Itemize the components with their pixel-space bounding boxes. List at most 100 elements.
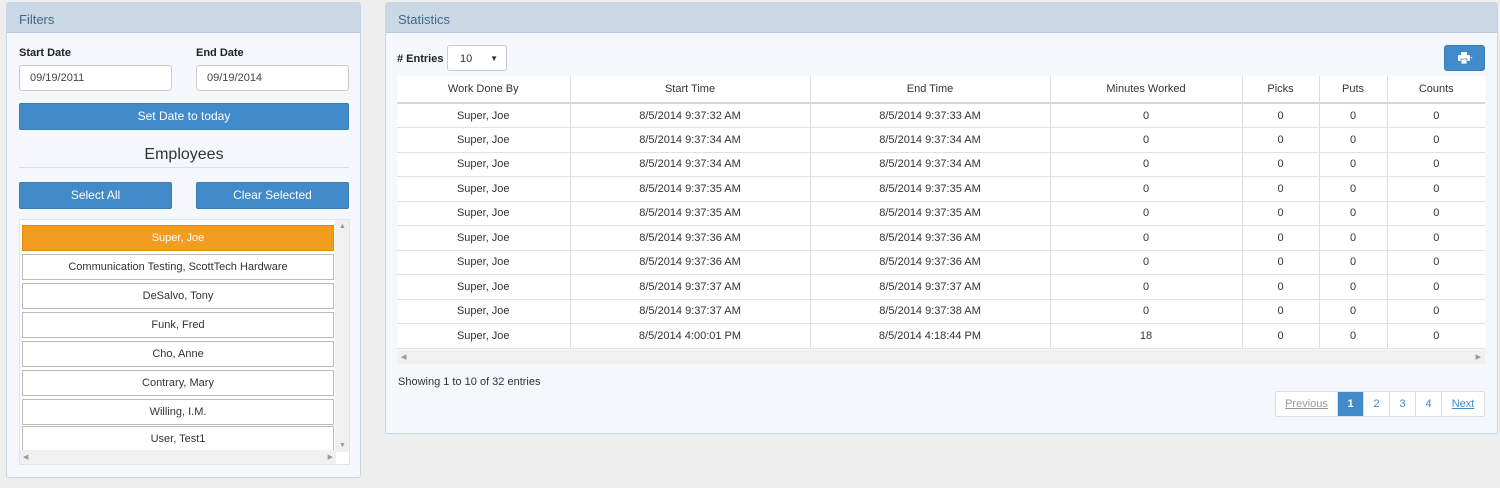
page-button-4[interactable]: 4 — [1416, 392, 1442, 416]
table-cell: 8/5/2014 9:37:35 AM — [810, 176, 1051, 202]
next-label: Next — [1451, 398, 1475, 410]
table-cell: 0 — [1319, 127, 1388, 153]
start-date-input[interactable]: 09/19/2011 — [19, 65, 172, 91]
table-row[interactable]: Super, Joe 8/5/2014 9:37:34 AM 8/5/2014 9:… — [397, 127, 1485, 153]
employee-item[interactable]: Funk, Fred — [22, 312, 334, 338]
table-row[interactable]: Super, Joe 8/5/2014 9:37:32 AM 8/5/2014 9:… — [397, 103, 1485, 128]
employees-title: Employees — [144, 146, 224, 163]
previous-page-button[interactable]: Previous — [1276, 392, 1338, 416]
table-cell: Super, Joe — [397, 323, 571, 349]
table-row[interactable]: Super, Joe 8/5/2014 9:37:36 AM 8/5/2014 9:… — [397, 225, 1485, 251]
next-page-button[interactable]: Next — [1442, 392, 1484, 416]
table-cell: 8/5/2014 9:37:34 AM — [810, 127, 1051, 153]
table-cell: 0 — [1050, 176, 1243, 202]
table-cell: 8/5/2014 9:37:37 AM — [810, 274, 1051, 300]
table-cell: 8/5/2014 9:37:35 AM — [570, 176, 811, 202]
table-cell: 0 — [1319, 152, 1388, 177]
entries-value: 10 — [460, 53, 473, 65]
table-cell: Super, Joe — [397, 274, 571, 300]
table-cell: 0 — [1242, 274, 1320, 300]
employee-item[interactable]: Cho, Anne — [22, 341, 334, 367]
table-cell: 0 — [1319, 250, 1388, 275]
table-cell: 0 — [1242, 250, 1320, 275]
table-cell: Super, Joe — [397, 201, 571, 226]
table-cell: 0 — [1050, 225, 1243, 251]
table-cell: 8/5/2014 9:37:37 AM — [570, 274, 811, 300]
print-icon — [1457, 52, 1472, 65]
scroll-left-icon[interactable]: ◀ — [401, 353, 406, 361]
statistics-panel: Statistics # Entries 10 ▼ Work Done By St… — [385, 2, 1498, 434]
table-cell: 0 — [1050, 152, 1243, 177]
table-cell: 8/5/2014 9:37:32 AM — [570, 103, 811, 128]
table-cell: 8/5/2014 9:37:38 AM — [810, 299, 1051, 324]
table-cell: 8/5/2014 9:37:34 AM — [570, 127, 811, 153]
column-header[interactable]: Puts — [1319, 76, 1388, 104]
table-row[interactable]: Super, Joe 8/5/2014 9:37:35 AM 8/5/2014 9:… — [397, 176, 1485, 202]
column-header[interactable]: Minutes Worked — [1050, 76, 1243, 104]
employee-list-hscrollbar[interactable]: ◀ ▶ — [20, 450, 336, 464]
scroll-right-icon[interactable]: ▶ — [1476, 353, 1481, 361]
employee-item[interactable]: Communication Testing, ScottTech Hardwar… — [22, 254, 334, 280]
scroll-down-icon[interactable]: ▼ — [339, 442, 346, 449]
end-date-input[interactable]: 09/19/2014 — [196, 65, 349, 91]
table-cell: 0 — [1050, 103, 1243, 128]
table-cell: 0 — [1387, 201, 1485, 226]
table-header-row: Work Done By Start Time End Time Minutes Wo… — [397, 76, 1485, 104]
column-header[interactable]: Counts — [1387, 76, 1485, 104]
table-cell: 0 — [1242, 201, 1320, 226]
table-cell: 0 — [1387, 323, 1485, 349]
table-row[interactable]: Super, Joe 8/5/2014 9:37:37 AM 8/5/2014 9:… — [397, 299, 1485, 324]
table-cell: 0 — [1050, 127, 1243, 153]
table-cell: 0 — [1242, 225, 1320, 251]
table-row[interactable]: Super, Joe 8/5/2014 4:00:01 PM 8/5/2014 4:… — [397, 323, 1485, 349]
column-header[interactable]: Work Done By — [397, 76, 571, 104]
employee-list-vscrollbar[interactable]: ▲ ▼ — [335, 220, 349, 452]
previous-label: Previous — [1285, 398, 1328, 410]
scroll-right-icon[interactable]: ▶ — [328, 453, 333, 461]
table-cell: 8/5/2014 4:00:01 PM — [570, 323, 811, 349]
table-cell: 0 — [1387, 225, 1485, 251]
column-header[interactable]: Start Time — [570, 76, 811, 104]
table-hscrollbar[interactable]: ◀ ▶ — [397, 350, 1485, 364]
page-button-2[interactable]: 2 — [1364, 392, 1390, 416]
table-cell: 0 — [1319, 201, 1388, 226]
table-row[interactable]: Super, Joe 8/5/2014 9:37:36 AM 8/5/2014 9:… — [397, 250, 1485, 275]
showing-entries-text: Showing 1 to 10 of 32 entries — [398, 376, 541, 388]
table-cell: 8/5/2014 9:37:34 AM — [570, 152, 811, 177]
table-cell: 0 — [1319, 103, 1388, 128]
table-cell: 8/5/2014 9:37:36 AM — [570, 225, 811, 251]
table-cell: 8/5/2014 9:37:35 AM — [570, 201, 811, 226]
table-row[interactable]: Super, Joe 8/5/2014 9:37:34 AM 8/5/2014 9:… — [397, 152, 1485, 177]
employees-divider — [19, 167, 349, 168]
clear-selected-button[interactable]: Clear Selected — [196, 182, 349, 209]
select-all-button[interactable]: Select All — [19, 182, 172, 209]
employee-item[interactable]: DeSalvo, Tony — [22, 283, 334, 309]
employee-item[interactable]: Contrary, Mary — [22, 370, 334, 396]
page-button-1[interactable]: 1 — [1338, 392, 1364, 416]
print-button[interactable] — [1444, 45, 1485, 71]
table-cell: 0 — [1387, 152, 1485, 177]
filters-panel: Filters Start Date End Date 09/19/2011 0… — [6, 2, 361, 478]
table-cell: Super, Joe — [397, 299, 571, 324]
scroll-up-icon[interactable]: ▲ — [339, 223, 346, 230]
table-cell: Super, Joe — [397, 225, 571, 251]
table-row[interactable]: Super, Joe 8/5/2014 9:37:35 AM 8/5/2014 9:… — [397, 201, 1485, 226]
table-cell: 8/5/2014 9:37:36 AM — [810, 225, 1051, 251]
scroll-left-icon[interactable]: ◀ — [23, 453, 28, 461]
column-header[interactable]: End Time — [810, 76, 1051, 104]
statistics-table: Work Done By Start Time End Time Minutes Wo… — [397, 76, 1485, 349]
set-date-today-button[interactable]: Set Date to today — [19, 103, 349, 130]
entries-select[interactable]: 10 ▼ — [447, 45, 507, 71]
table-cell: 0 — [1387, 127, 1485, 153]
table-cell: 0 — [1319, 225, 1388, 251]
employee-item[interactable]: User, Test1 — [22, 426, 334, 452]
table-cell: 0 — [1387, 103, 1485, 128]
page-button-3[interactable]: 3 — [1390, 392, 1416, 416]
filters-heading: Filters — [7, 3, 360, 33]
employee-item[interactable]: Super, Joe — [22, 225, 334, 251]
column-header[interactable]: Picks — [1242, 76, 1320, 104]
table-cell: 0 — [1319, 299, 1388, 324]
table-row[interactable]: Super, Joe 8/5/2014 9:37:37 AM 8/5/2014 9:… — [397, 274, 1485, 300]
employee-item[interactable]: Willing, I.M. — [22, 399, 334, 425]
table-cell: Super, Joe — [397, 103, 571, 128]
